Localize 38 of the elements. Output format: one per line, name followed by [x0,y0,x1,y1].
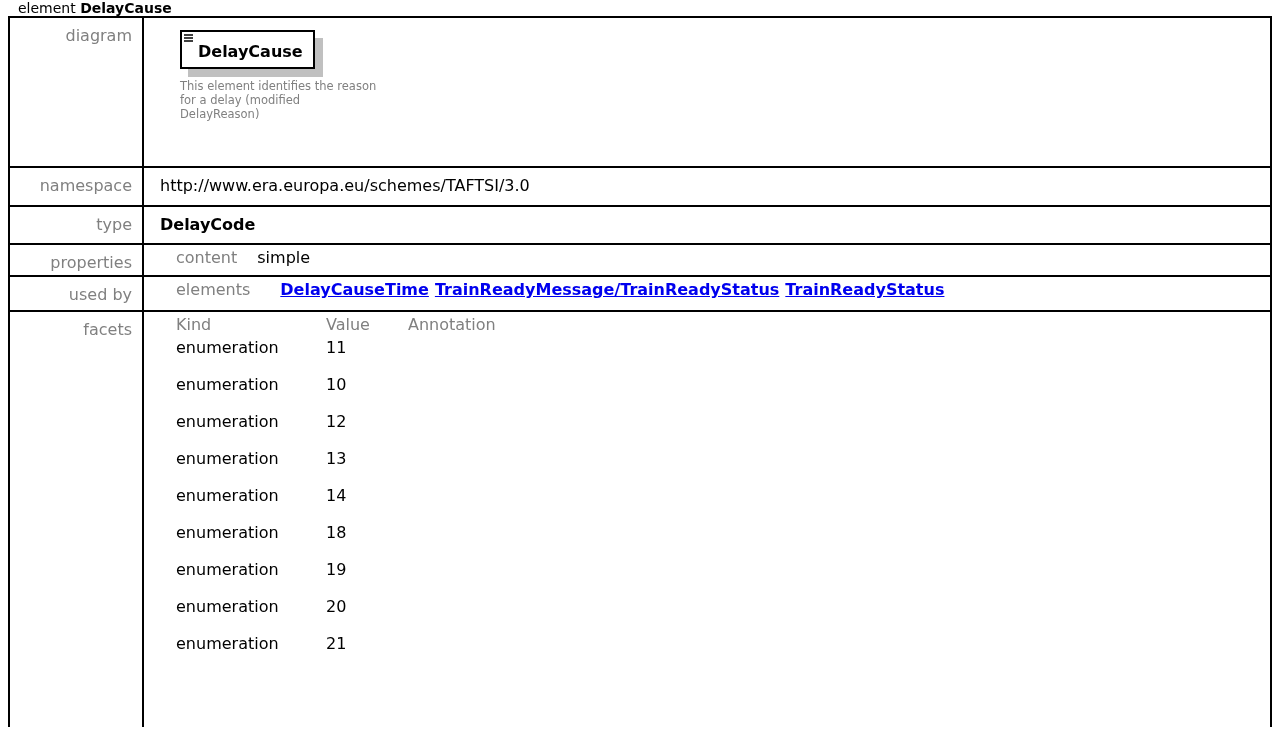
element-link[interactable]: DelayCauseTime [280,280,429,299]
facet-kind: enumeration [176,375,280,394]
row-value: DelayCode [160,215,256,234]
element-icon [184,34,193,42]
row-value: http://www.era.europa.eu/schemes/TAFTSI/3.0 [160,176,530,195]
element-link[interactable]: TrainReadyStatus [785,280,945,299]
column-header: Value [326,315,371,334]
property-key: content [176,248,238,267]
facet-kind: enumeration [176,634,280,653]
facet-value: 14 [326,486,348,505]
element-description: This element identifies the reason for a delay (modified DelayReason) [180,79,378,121]
row-label: properties [10,245,144,277]
facet-kind: enumeration [176,338,280,357]
property-value: simple [257,248,311,267]
property-key: elements [176,280,251,299]
row-label: type [10,207,144,245]
facet-value: 18 [326,523,348,542]
row-label: facets [10,312,144,727]
facet-kind: enumeration [176,597,280,616]
page-heading: element DelayCause [17,0,173,16]
row-label: diagram [10,18,144,168]
facet-kind: enumeration [176,560,280,579]
facet-value: 11 [326,338,348,357]
facet-value: 12 [326,412,348,431]
facet-kind: enumeration [176,486,280,505]
facet-value: 20 [326,597,348,616]
facet-kind: enumeration [176,449,280,468]
column-header: Kind [176,315,213,334]
facet-value: 19 [326,560,348,579]
element-link[interactable]: TrainReadyMessage/TrainReadyStatus [434,280,780,299]
row-label: used by [10,277,144,312]
column-header: Annotation [408,315,497,334]
facet-value: 21 [326,634,348,653]
row-label: namespace [10,168,144,207]
facet-value: 13 [326,449,348,468]
facet-kind: enumeration [176,412,280,431]
facet-kind: enumeration [176,523,280,542]
facet-value: 10 [326,375,348,394]
